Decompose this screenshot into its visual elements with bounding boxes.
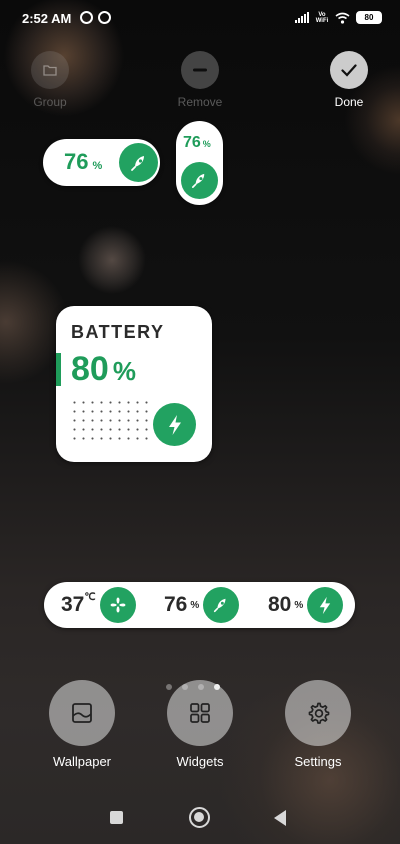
battery-widget-title: BATTERY [71, 322, 165, 342]
done-circle [330, 51, 368, 89]
chat-notification-icon [80, 11, 93, 24]
navigation-bar [0, 804, 400, 832]
group-button[interactable]: Group [22, 51, 78, 109]
settings-label: Settings [294, 754, 342, 769]
temperature-unit: ℃ [84, 592, 96, 603]
fan-icon [110, 597, 126, 613]
strip-storage-value: 76 [164, 593, 188, 616]
strip-battery-unit: % [294, 599, 304, 611]
strip-storage-unit: % [190, 599, 200, 611]
battery-widget-unit: % [112, 356, 136, 386]
data-saver-icon [98, 11, 111, 24]
group-label: Group [33, 95, 67, 109]
widgets-icon [190, 703, 210, 723]
storage-badge [119, 143, 158, 182]
storage-vertical-unit: % [202, 139, 211, 149]
battery-indicator: 80 [356, 11, 382, 24]
storage-percent: 76 [64, 149, 89, 174]
wifi-icon [335, 12, 350, 24]
battery-widget-percent: 80 [71, 350, 109, 388]
lightning-icon [320, 596, 331, 614]
status-indicators: Vo WiFi 80 [295, 11, 382, 24]
status-time: 2:52 AM [22, 11, 72, 26]
storage-value: 76 % [64, 149, 102, 175]
home-icon[interactable] [189, 807, 210, 828]
status-bar: 2:52 AM Vo WiFi 80 [0, 0, 400, 36]
widgets-circle [167, 680, 233, 746]
settings-button[interactable]: Settings [273, 680, 363, 769]
rocket-icon [214, 598, 226, 613]
fan-badge [99, 587, 136, 623]
storage-vertical-value: 76 % [183, 134, 211, 152]
done-label: Done [334, 95, 364, 109]
storage-vertical-percent: 76 [183, 134, 201, 151]
check-icon [341, 63, 357, 77]
dot-pattern [70, 398, 154, 446]
back-icon[interactable] [274, 810, 286, 826]
gear-icon [308, 702, 330, 724]
storage-vertical-badge [181, 162, 218, 199]
wallpaper-button[interactable]: Wallpaper [37, 680, 127, 769]
remove-label: Remove [177, 95, 223, 109]
remove-button[interactable]: Remove [172, 51, 228, 109]
lightning-icon [168, 414, 181, 435]
temperature-item: 37 ℃ [61, 582, 136, 628]
battery-accent-bar [56, 353, 61, 386]
battery-widget-value: 80% [71, 350, 136, 389]
wallpaper-circle [49, 680, 115, 746]
folder-icon [43, 65, 57, 76]
charging-badge [153, 403, 196, 446]
widgets-button[interactable]: Widgets [155, 680, 245, 769]
battery-widget[interactable]: BATTERY 80% [56, 306, 212, 462]
signal-icon [295, 12, 309, 23]
storage-widget-vertical[interactable]: 76 % [176, 121, 223, 205]
minus-icon [193, 68, 207, 72]
storage-percent-unit: % [92, 160, 103, 172]
remove-circle [181, 51, 219, 89]
battery-item: 80 % [268, 582, 344, 628]
rocket-icon [191, 173, 205, 189]
group-circle [31, 51, 69, 89]
rocket-icon [130, 155, 144, 171]
rocket-badge [203, 587, 240, 623]
temperature-value: 37 [61, 593, 85, 616]
storage-item: 76 % [164, 582, 240, 628]
widgets-label: Widgets [176, 754, 224, 769]
wallpaper-icon [72, 703, 92, 723]
storage-widget-horizontal[interactable]: 76 % [43, 139, 160, 186]
vowifi-label: Vo WiFi [315, 11, 329, 24]
recents-icon[interactable] [110, 811, 123, 824]
lightning-badge [307, 587, 344, 623]
strip-battery-value: 80 [268, 593, 292, 616]
status-strip-widget[interactable]: 37 ℃ 76 % 80 % [44, 582, 355, 628]
done-button[interactable]: Done [321, 51, 377, 109]
wallpaper-label: Wallpaper [52, 754, 112, 769]
settings-circle [285, 680, 351, 746]
